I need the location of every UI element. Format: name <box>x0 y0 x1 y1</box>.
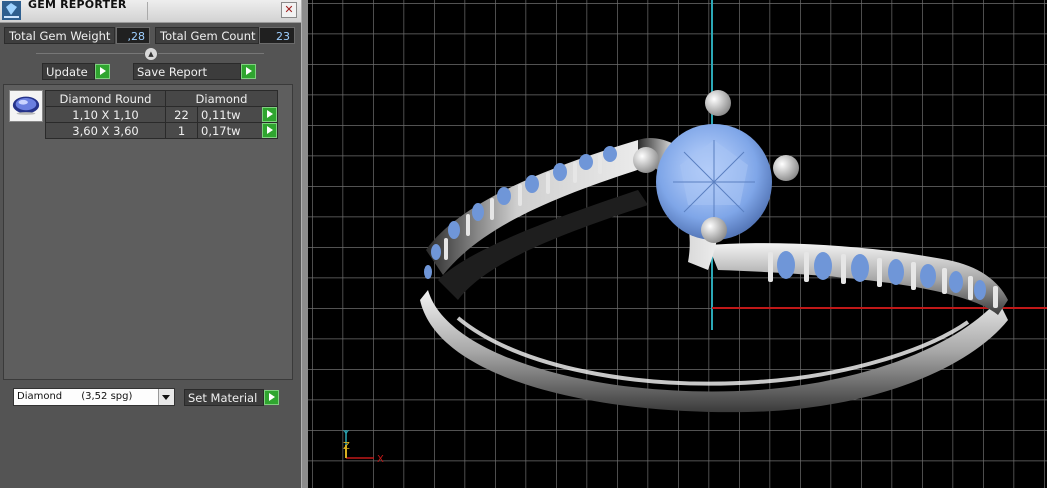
gem-reporter-panel: GEM REPORTER ✕ Total Gem Weight ,28 Tota… <box>0 0 301 488</box>
set-material-go-icon[interactable] <box>264 390 279 405</box>
row-go-icon[interactable] <box>262 107 277 122</box>
header-diamond-round: Diamond Round <box>45 90 166 107</box>
header-diamond: Diamond <box>165 90 278 107</box>
gem-weight: 0,17tw <box>201 123 241 138</box>
collapse-knob-icon[interactable]: ▲ <box>144 47 158 61</box>
panel-splitter[interactable] <box>301 0 308 488</box>
title-separator <box>147 2 148 20</box>
gem-count: 1 <box>165 122 198 139</box>
viewport-canvas[interactable]: Y Z X <box>308 0 1047 488</box>
gem-table-header: Diamond Round Diamond <box>45 90 278 107</box>
total-gem-weight-label: Total Gem Weight <box>4 27 115 44</box>
material-select[interactable]: Diamond (3,52 spg) <box>13 388 175 406</box>
axis-z-label: Z <box>343 441 350 452</box>
axis-y-label: Y <box>342 429 350 440</box>
3d-viewport[interactable]: Y Z X <box>308 0 1047 488</box>
table-row[interactable]: 1,10 X 1,10 22 0,11tw <box>45 106 278 123</box>
row-go-icon[interactable] <box>262 123 277 138</box>
total-gem-count-value: 23 <box>259 27 295 44</box>
title-bar[interactable]: GEM REPORTER ✕ <box>0 0 301 23</box>
table-row[interactable]: 3,60 X 3,60 1 0,17tw <box>45 122 278 139</box>
gem-weight: 0,11tw <box>201 107 241 122</box>
chevron-down-icon[interactable] <box>158 389 174 405</box>
save-report-go-icon[interactable] <box>241 64 256 79</box>
gem-size: 3,60 X 3,60 <box>45 122 166 139</box>
gem-reporter-app-icon <box>2 1 21 20</box>
panel-title: GEM REPORTER <box>28 0 127 11</box>
gem-count: 22 <box>165 106 198 123</box>
material-selected-value: Diamond (3,52 spg) <box>17 391 133 402</box>
gem-size: 1,10 X 1,10 <box>45 106 166 123</box>
axis-x-label: X <box>377 454 384 465</box>
gem-weight-cell: 0,11tw <box>197 106 278 123</box>
total-gem-count-label: Total Gem Count <box>155 27 259 44</box>
grid-plane <box>308 0 1047 488</box>
save-report-button[interactable]: Save Report <box>133 63 241 80</box>
set-material-button[interactable]: Set Material <box>184 389 264 406</box>
update-go-icon[interactable] <box>95 64 110 79</box>
close-button[interactable]: ✕ <box>281 2 297 18</box>
round-gem-icon[interactable] <box>9 90 43 122</box>
gem-table: Diamond Round Diamond 1,10 X 1,10 22 0,1… <box>45 90 278 139</box>
update-button[interactable]: Update <box>42 63 95 80</box>
total-gem-weight-value: ,28 <box>116 27 150 44</box>
gem-weight-cell: 0,17tw <box>197 122 278 139</box>
